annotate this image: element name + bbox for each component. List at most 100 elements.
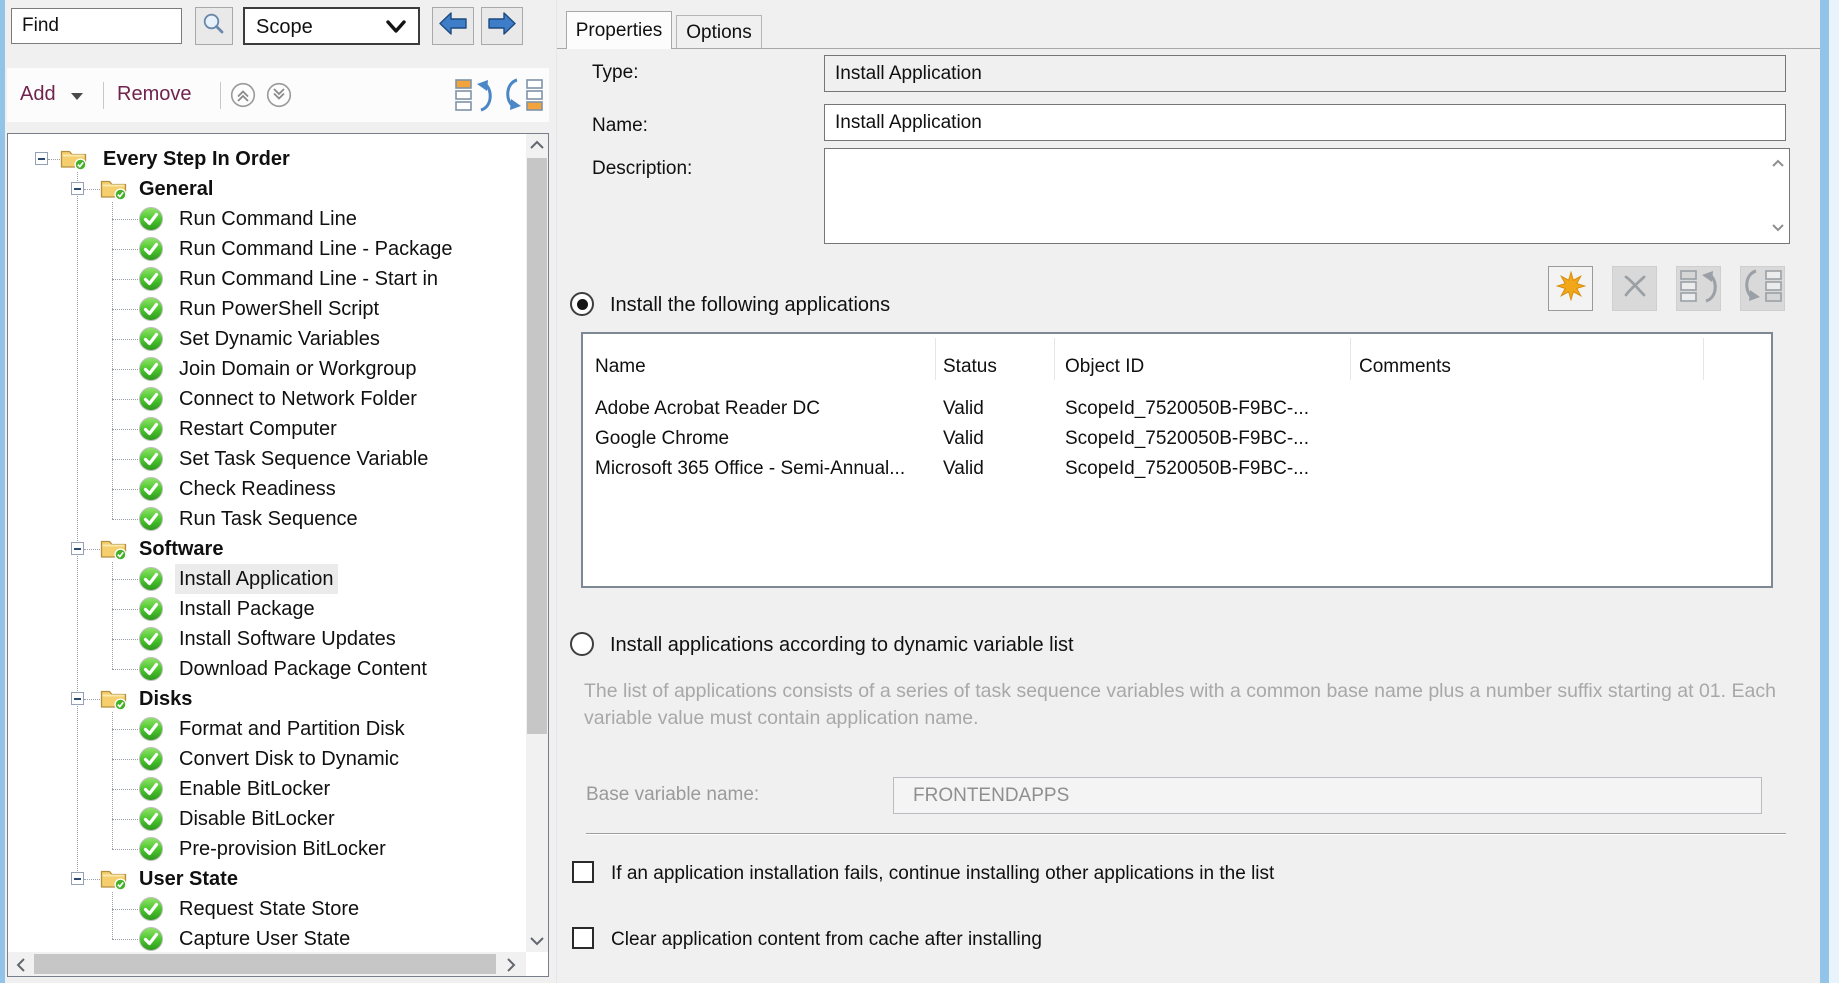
tree-item[interactable]: Run Task Sequence	[8, 504, 523, 534]
tree-item[interactable]: Connect to Network Folder	[8, 384, 523, 414]
tree-item[interactable]: Restart Computer	[8, 414, 523, 444]
tree-hscroll-thumb[interactable]	[34, 954, 496, 974]
step-success-icon	[138, 206, 164, 237]
tree-item[interactable]: Run Command Line - Start in	[8, 264, 523, 294]
expand-all-button[interactable]	[266, 82, 292, 113]
column-separator[interactable]	[1350, 338, 1351, 380]
move-step-down-button[interactable]	[502, 77, 546, 118]
scroll-left-arrow[interactable]	[10, 954, 32, 976]
step-success-icon	[138, 296, 164, 327]
tree-connector-stub	[112, 909, 138, 911]
move-application-down-button[interactable]	[1740, 266, 1785, 311]
tree-item[interactable]: Pre-provision BitLocker	[8, 834, 523, 864]
tree-item-label: Capture User State	[175, 924, 354, 954]
scroll-down-arrow[interactable]	[526, 930, 548, 952]
step-success-icon	[138, 716, 164, 747]
column-header[interactable]: Object ID	[1065, 356, 1144, 378]
delete-x-icon	[1619, 270, 1651, 307]
tree-item[interactable]: Download Package Content	[8, 654, 523, 684]
scroll-up-arrow[interactable]	[526, 134, 548, 156]
window-right-border	[1820, 0, 1829, 983]
continue-on-fail-checkbox[interactable]	[572, 861, 594, 883]
search-button[interactable]	[195, 7, 233, 45]
tree-item[interactable]: Format and Partition Disk	[8, 714, 523, 744]
remove-button[interactable]: Remove	[117, 83, 191, 106]
collapse-all-button[interactable]	[230, 82, 256, 113]
tree-connector-stub	[112, 729, 138, 731]
column-header[interactable]: Comments	[1359, 356, 1451, 378]
radio-install-following[interactable]	[570, 292, 594, 316]
tree-item[interactable]: Request State Store	[8, 894, 523, 924]
move-application-up-button[interactable]	[1676, 266, 1721, 311]
radio-dynamic-list[interactable]	[570, 632, 594, 656]
applications-table[interactable]: Name Status Object ID Comments Adobe Acrobat…	[581, 332, 1773, 588]
step-success-icon	[138, 896, 164, 927]
tree-item[interactable]: Enable BitLocker	[8, 774, 523, 804]
column-header[interactable]: Status	[943, 356, 997, 378]
tree-connector-stub	[112, 639, 138, 641]
tree-item[interactable]: Capture User State	[8, 924, 523, 954]
tree-item[interactable]: Install Software Updates	[8, 624, 523, 654]
radio-dynamic-list-label: Install applications according to dynami…	[610, 634, 1074, 657]
tree-item[interactable]: Install Application	[8, 564, 523, 594]
add-button[interactable]: Add	[20, 83, 56, 106]
tree-collapse-expander[interactable]	[71, 692, 84, 705]
tree-item[interactable]: Check Readiness	[8, 474, 523, 504]
new-application-button[interactable]	[1548, 266, 1593, 311]
tree-item[interactable]: Set Dynamic Variables	[8, 324, 523, 354]
name-field[interactable]	[824, 104, 1786, 141]
clear-cache-checkbox[interactable]	[572, 927, 594, 949]
tab-properties[interactable]: Properties	[566, 11, 672, 49]
tree-item[interactable]: Convert Disk to Dynamic	[8, 744, 523, 774]
move-step-up-button[interactable]	[452, 77, 496, 118]
table-row[interactable]: Adobe Acrobat Reader DCValidScopeId_7520…	[583, 394, 1771, 424]
tree-collapse-expander[interactable]	[71, 872, 84, 885]
column-header[interactable]: Name	[595, 356, 646, 378]
tree-item[interactable]: Every Step In Order	[8, 144, 523, 174]
tree-item-label: Set Dynamic Variables	[175, 324, 384, 354]
column-separator[interactable]	[935, 338, 936, 380]
step-success-icon	[138, 776, 164, 807]
description-field[interactable]	[824, 148, 1790, 244]
tab-options[interactable]: Options	[676, 15, 762, 49]
tree-item[interactable]: General	[8, 174, 523, 204]
tree-item[interactable]: Run Command Line - Package	[8, 234, 523, 264]
scroll-up-arrow[interactable]	[1771, 155, 1785, 173]
column-separator[interactable]	[1054, 338, 1055, 380]
step-success-icon	[138, 596, 164, 627]
tree-item-label: Restart Computer	[175, 414, 341, 444]
tree-item-label: Run Task Sequence	[175, 504, 362, 534]
tree-collapse-expander[interactable]	[35, 152, 48, 165]
tree-item[interactable]: Disable BitLocker	[8, 804, 523, 834]
tree-item[interactable]: Run Command Line	[8, 204, 523, 234]
step-success-icon	[138, 386, 164, 417]
scroll-right-arrow[interactable]	[500, 954, 522, 976]
tree-item[interactable]: Run PowerShell Script	[8, 294, 523, 324]
tree-item[interactable]: Set Task Sequence Variable	[8, 444, 523, 474]
continue-on-fail-label: If an application installation fails, co…	[611, 863, 1274, 885]
find-next-button[interactable]	[481, 7, 523, 45]
panel-splitter[interactable]	[556, 0, 557, 983]
tree-collapse-expander[interactable]	[71, 182, 84, 195]
column-separator[interactable]	[1703, 338, 1704, 380]
tree-connector-stub	[112, 429, 138, 431]
tree-item-label: Convert Disk to Dynamic	[175, 744, 403, 774]
base-variable-input	[893, 777, 1762, 814]
tree-vscroll-thumb[interactable]	[527, 158, 547, 734]
tree-item[interactable]: Software	[8, 534, 523, 564]
tree-item[interactable]: Install Package	[8, 594, 523, 624]
delete-application-button[interactable]	[1612, 266, 1657, 311]
add-dropdown-caret-icon[interactable]	[71, 93, 83, 100]
tree-item[interactable]: Disks	[8, 684, 523, 714]
table-row[interactable]: Microsoft 365 Office - Semi-Annual...Val…	[583, 454, 1771, 484]
chevron-down-icon	[385, 20, 407, 39]
scope-dropdown[interactable]: Scope	[243, 7, 420, 45]
tree-connector-stub	[84, 549, 100, 551]
tree-item[interactable]: Join Domain or Workgroup	[8, 354, 523, 384]
scroll-down-arrow[interactable]	[1771, 219, 1785, 237]
tree-collapse-expander[interactable]	[71, 542, 84, 555]
tree-item[interactable]: User State	[8, 864, 523, 894]
find-previous-button[interactable]	[432, 7, 474, 45]
find-input[interactable]	[11, 8, 182, 44]
table-row[interactable]: Google ChromeValidScopeId_7520050B-F9BC-…	[583, 424, 1771, 454]
